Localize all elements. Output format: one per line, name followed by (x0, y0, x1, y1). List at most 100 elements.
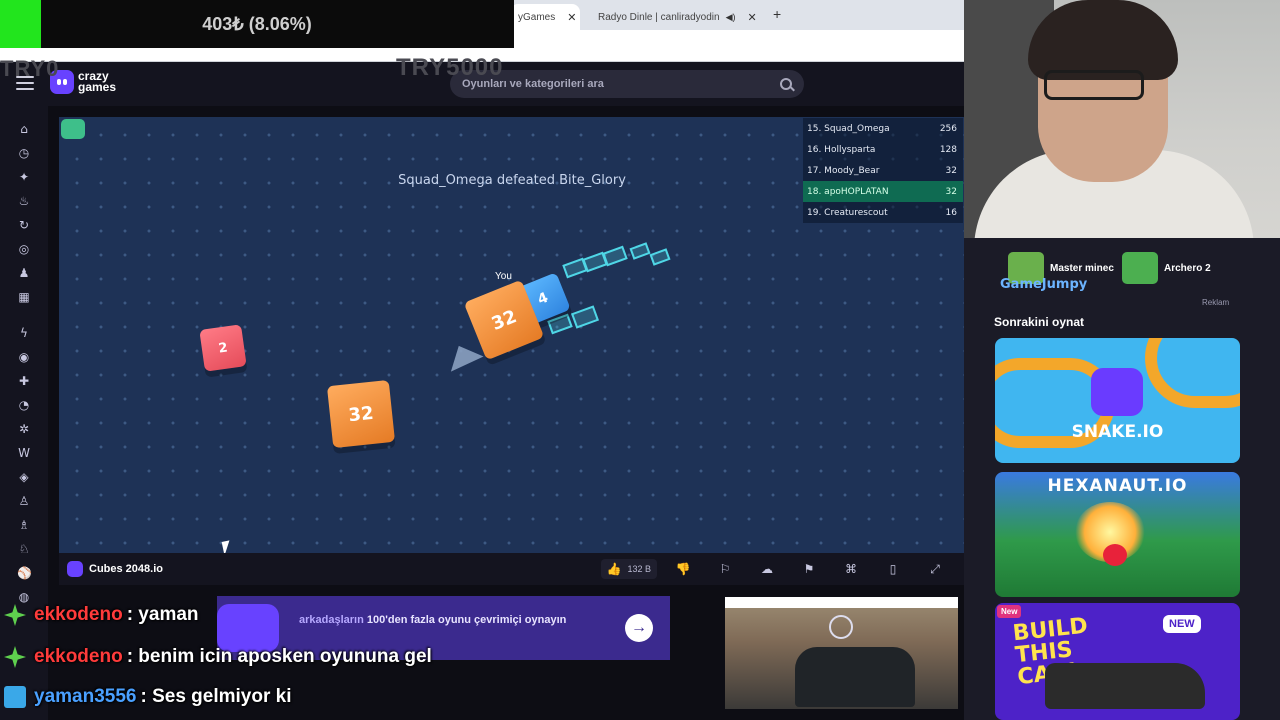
chat-text: : benim icin aposken oyununa gel (126, 646, 432, 667)
webcam-hair (1028, 0, 1178, 80)
overlay-goal-end: TRY5000 (396, 54, 504, 81)
van-image (795, 647, 915, 707)
promo-arrow-button[interactable]: → (625, 614, 653, 642)
bookmark-icon[interactable]: ⚐ (709, 559, 741, 579)
leaderboard-name: 17. Moody_Bear (807, 165, 880, 176)
snake-logo-icon (1091, 368, 1143, 416)
ad-label: Reklam (1202, 298, 1230, 307)
game-title: Cubes 2048.io (89, 563, 163, 575)
leaderboard-row: 16. Hollysparta 128 (803, 139, 963, 160)
leaderboard-name: 16. Hollysparta (807, 144, 876, 155)
streamer-webcam (964, 0, 1280, 238)
thumbs-down-icon[interactable]: 👎 (667, 559, 699, 579)
enemy-cube: 32 (326, 379, 396, 449)
refresh-icon[interactable]: ↻ (17, 218, 31, 232)
close-icon[interactable]: ✕ (567, 11, 576, 24)
game-menu-icon[interactable] (61, 119, 85, 139)
enemy-cube: 2 (199, 324, 247, 372)
game-card-title: SNAKE.IO (1071, 422, 1164, 442)
w-icon[interactable]: W (17, 446, 31, 460)
target-icon[interactable]: ◉ (17, 350, 31, 364)
next-play-heading: Sonrakini oynat (994, 315, 1085, 329)
users-icon[interactable]: ♟ (17, 266, 31, 280)
compass-icon[interactable]: ◈ (17, 470, 31, 484)
chat-message: ekkodeno : benim icin aposken oyununa ge… (4, 646, 432, 668)
ad-game-label: Master minec (1050, 262, 1114, 274)
gamejumpy-logo[interactable]: GameJumpy (1000, 277, 1087, 292)
leaderboard-row: 19. Creaturescout 16 (803, 202, 963, 223)
fire-icon[interactable]: ♨ (17, 194, 31, 208)
game-card-hexanaut[interactable]: HEXANAUT.IO (995, 472, 1240, 597)
leaderboard-name: 19. Creaturescout (807, 207, 888, 218)
browser-tab-radyo[interactable]: Radyo Dinle | canliradyodin ◀) ✕ (584, 4, 764, 30)
ad-game-label: Archero 2 (1164, 262, 1211, 274)
trail-ghost-cube (570, 305, 600, 329)
puzzle-icon[interactable]: ✚ (17, 374, 31, 388)
trail-ghost-cube (649, 248, 671, 266)
verified-badge-icon (4, 686, 26, 708)
ad-top-bar (725, 597, 958, 608)
embed-icon[interactable]: ⌘ (835, 559, 867, 579)
chat-username: yaman3556 (34, 686, 137, 707)
leaderboard: 15. Squad_Omega 256 16. Hollysparta 128 17… (803, 118, 963, 223)
chat-username: ekkodeno (34, 646, 123, 667)
leaderboard-name: 18. apoHOPLATAN (807, 186, 889, 197)
report-icon[interactable]: ⚑ (793, 559, 825, 579)
leaderboard-row: 17. Moody_Bear 32 (803, 160, 963, 181)
chat-text: : Ses gelmiyor ki (140, 686, 292, 707)
person-run-icon[interactable]: ♘ (17, 542, 31, 556)
leaderboard-score: 256 (939, 123, 957, 134)
controller-icon[interactable]: ◎ (17, 242, 31, 256)
direction-arrow-icon (442, 338, 484, 372)
promo-text: 100'den fazla oyunu çevrimiçi oynayın (366, 614, 567, 626)
leaderboard-name: 15. Squad_Omega (807, 123, 890, 134)
new-tab-plus-icon[interactable]: + (773, 6, 781, 22)
logo-text-line2: games (78, 80, 117, 94)
donation-amount: 403₺ (8.06%) (202, 13, 312, 34)
subscriber-badge-icon (4, 604, 26, 626)
game-card-snake[interactable]: SNAKE.IO (995, 338, 1240, 463)
sparkle-icon[interactable]: ✦ (17, 170, 31, 184)
car-advertisement[interactable] (725, 597, 958, 709)
speaker-icon[interactable]: ◀) (726, 12, 736, 23)
like-button[interactable]: 👍 132 B (600, 559, 657, 579)
bolt-icon[interactable]: ϟ (17, 326, 31, 340)
mercedes-logo-icon (829, 615, 853, 639)
cloud-icon[interactable]: ☁ (751, 559, 783, 579)
search-icon[interactable] (780, 78, 792, 90)
thumbs-up-icon: 👍 (606, 562, 622, 576)
browser-tab-crazygames[interactable]: yGames ✕ (510, 4, 580, 30)
tab-label: yGames (518, 11, 556, 23)
car-graphic (1045, 663, 1205, 709)
close-icon[interactable]: ✕ (747, 11, 756, 24)
blocks-icon[interactable]: ▦ (17, 290, 31, 304)
tab-label: Radyo Dinle | canliradyodin (598, 11, 720, 23)
mobile-icon[interactable]: ▯ (877, 559, 909, 579)
leaderboard-row-self: 18. apoHOPLATAN 32 (803, 181, 963, 202)
promo-highlight: arkadaşların (299, 614, 364, 626)
game-card-build-this-car[interactable]: New BUILD THIS CAR! NEW (995, 603, 1240, 720)
clock-icon[interactable]: ◷ (17, 146, 31, 160)
ball-icon[interactable]: ⚾ (17, 566, 32, 580)
crazygames-small-logo-icon (67, 561, 83, 577)
crazygames-logo[interactable]: crazy games (50, 70, 116, 94)
new-tag: NEW (1163, 615, 1201, 633)
pacman-icon[interactable]: ◔ (17, 398, 31, 412)
ad-game-item[interactable]: Archero 2 (1122, 252, 1211, 284)
trail-ghost-cube (602, 245, 628, 267)
subscriber-badge-icon (4, 646, 26, 668)
archero-thumbnail (1122, 252, 1158, 284)
person-icon[interactable]: ♙ (17, 494, 31, 508)
snake-worm (1145, 338, 1240, 408)
player-label: You (495, 271, 512, 282)
person-alt-icon[interactable]: ♗ (17, 518, 31, 532)
overlay-goal-start: TRY0 (0, 56, 60, 81)
game-footer-bar: Cubes 2048.io 👍 132 B 👎 ⚐ ☁ ⚑ ⌘ ▯ ⤢ (59, 553, 965, 585)
chat-message: yaman3556 : Ses gelmiyor ki (4, 686, 291, 708)
gear-icon[interactable]: ✲ (17, 422, 31, 436)
globe-icon[interactable]: ◍ (17, 590, 31, 604)
new-badge: New (997, 605, 1022, 618)
fullscreen-icon[interactable]: ⤢ (919, 559, 951, 579)
home-icon[interactable]: ⌂ (17, 122, 31, 136)
webcam-glasses (1044, 70, 1144, 100)
